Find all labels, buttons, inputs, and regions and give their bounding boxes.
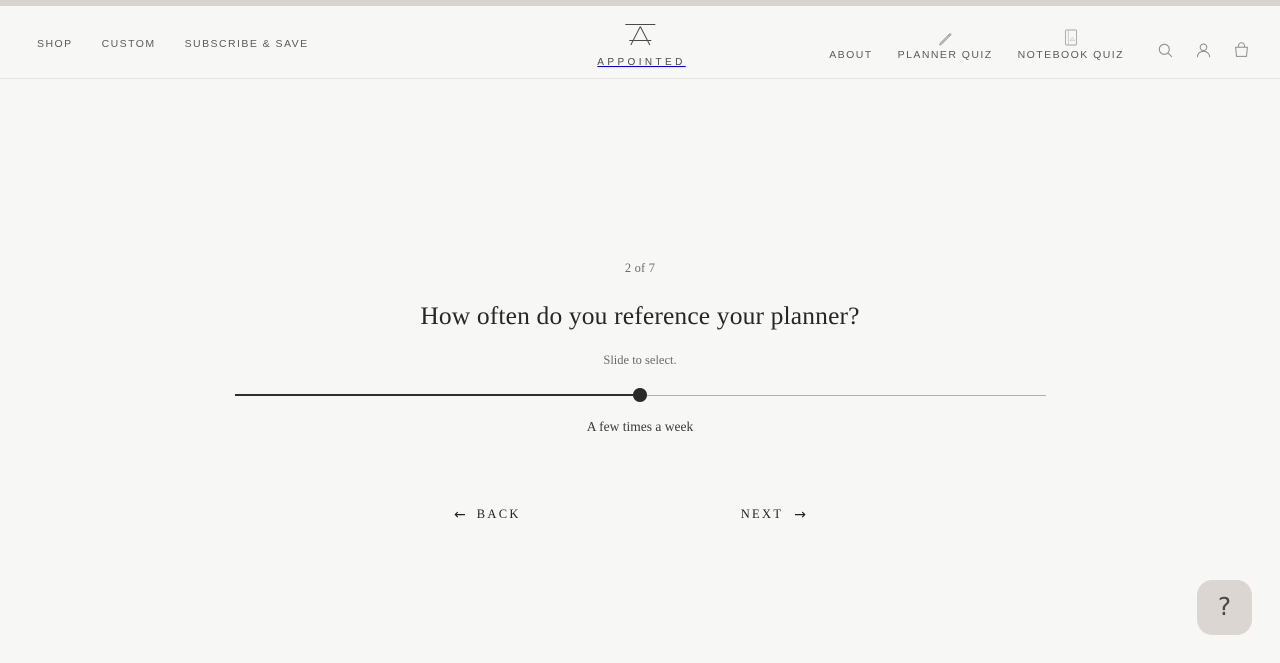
back-button-label: BACK — [476, 507, 521, 522]
utility-icon-group — [1157, 41, 1250, 59]
back-button[interactable]: ← BACK — [454, 507, 521, 522]
quiz-slider[interactable] — [234, 388, 1046, 404]
primary-nav-right: ABOUT PLANNER QUIZ NOTEBOOK QUIZ — [829, 27, 1250, 61]
nav-about[interactable]: ABOUT — [829, 48, 873, 61]
arrow-left-icon: ← — [454, 506, 466, 523]
slider-filled-track — [234, 394, 640, 397]
quiz-content: 2 of 7 How often do you reference your p… — [0, 262, 1280, 527]
nav-planner-quiz-label: PLANNER QUIZ — [897, 48, 993, 61]
nav-subscribe-save[interactable]: SUBSCRIBE & SAVE — [185, 39, 309, 50]
appointed-a-monogram-icon — [621, 20, 659, 53]
next-button-label: NEXT — [740, 507, 784, 522]
nav-about-label: ABOUT — [829, 48, 873, 61]
slider-value-label: A few times a week — [586, 418, 694, 434]
site-logo[interactable]: APPOINTED — [594, 20, 685, 68]
nav-notebook-quiz-label: NOTEBOOK QUIZ — [1017, 48, 1124, 61]
pencil-icon — [937, 27, 953, 47]
quiz-main: 2 of 7 How often do you reference your p… — [0, 79, 1280, 662]
nav-planner-quiz[interactable]: PLANNER QUIZ — [898, 27, 993, 61]
question-mark-icon: ? — [1217, 592, 1232, 621]
nav-shop[interactable]: SHOP — [37, 39, 73, 50]
arrow-right-icon: → — [794, 506, 806, 523]
account-icon[interactable] — [1195, 42, 1212, 59]
primary-nav-left: SHOP CUSTOM SUBSCRIBE & SAVE — [0, 39, 309, 50]
site-header: SHOP CUSTOM SUBSCRIBE & SAVE APPOINTED A… — [0, 6, 1280, 79]
quiz-question: How often do you reference your planner? — [420, 300, 860, 330]
next-button[interactable]: NEXT → — [741, 507, 806, 522]
quiz-instruction: Slide to select. — [603, 353, 677, 368]
logo-wordmark: APPOINTED — [597, 57, 686, 68]
quiz-navigation: ← BACK NEXT → — [440, 507, 840, 527]
quiz-step-counter: 2 of 7 — [624, 261, 656, 275]
search-icon[interactable] — [1157, 42, 1174, 59]
shopping-bag-icon[interactable] — [1233, 41, 1250, 59]
notebook-icon — [1064, 27, 1078, 47]
nav-notebook-quiz[interactable]: NOTEBOOK QUIZ — [1018, 27, 1124, 61]
nav-custom[interactable]: CUSTOM — [102, 39, 156, 50]
help-launcher-button[interactable]: ? — [1197, 580, 1252, 635]
slider-thumb[interactable] — [633, 388, 647, 403]
